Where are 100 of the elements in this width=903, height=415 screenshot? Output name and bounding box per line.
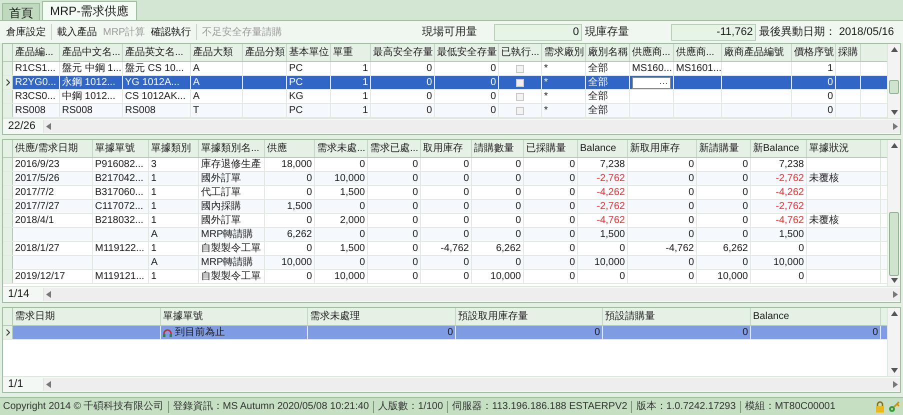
- column-header[interactable]: 產品中文名...: [60, 44, 123, 61]
- column-header[interactable]: 請購數量: [472, 140, 524, 157]
- column-header[interactable]: 產品英文名...: [123, 44, 191, 61]
- horizontal-scrollbar[interactable]: [43, 120, 900, 133]
- scrollbar-thumb[interactable]: [889, 212, 899, 276]
- tab[interactable]: 首頁: [2, 3, 40, 20]
- table-cell-text: -4,262: [776, 186, 804, 200]
- row-header[interactable]: [3, 76, 13, 89]
- table-cell-text: 0: [688, 228, 694, 242]
- column-header[interactable]: 已採購量: [524, 140, 578, 157]
- table-row[interactable]: 2019/12/17 M119121... 1 自製製令工單 0 10,000 0 0 10,000 0 0 0 10,000 0: [3, 270, 887, 284]
- column-header[interactable]: 需求未處理: [308, 308, 456, 325]
- table-cell-text: B317060...: [95, 186, 144, 200]
- column-header[interactable]: 產品分類: [243, 44, 287, 61]
- column-header[interactable]: 最低安全存量: [435, 44, 499, 61]
- table-cell-text: 2,000: [340, 214, 365, 228]
- table-row[interactable]: A MRP轉請購 10,000 0 0 0 0 0 10,000 0 0 10,000: [3, 256, 887, 270]
- column-header[interactable]: 新Balance: [751, 140, 807, 157]
- table-row[interactable]: 2017/7/2 B317060... 1 代工訂單 0 1,500 0 0 0 0 -4,262 0 0 -4,262: [3, 186, 887, 200]
- table-cell-text: 0: [742, 214, 748, 228]
- horizontal-scrollbar[interactable]: [43, 288, 900, 301]
- scroll-right-icon[interactable]: [893, 381, 898, 388]
- column-header[interactable]: 需求廠別: [542, 44, 586, 61]
- column-header[interactable]: 最高安全存量: [371, 44, 435, 61]
- column-header[interactable]: 廠商產品編號: [722, 44, 792, 61]
- column-header[interactable]: 已執行...: [499, 44, 542, 61]
- vertical-scrollbar[interactable]: [887, 308, 900, 376]
- table-cell-text: YG 1012A...: [125, 76, 180, 90]
- column-header[interactable]: 價格序號: [792, 44, 836, 61]
- table-cell-text: 7,238: [778, 158, 804, 172]
- scroll-down-icon[interactable]: [890, 368, 898, 373]
- table-cell-text: A: [151, 256, 158, 270]
- column-header[interactable]: 採購: [836, 44, 861, 61]
- column-header[interactable]: 需求日期: [13, 308, 161, 325]
- column-header[interactable]: 需求未處...: [315, 140, 368, 157]
- table-row[interactable]: 到目前為止 0 0 0 0: [3, 326, 887, 340]
- cell-editor[interactable]: ···: [632, 76, 671, 88]
- checkbox[interactable]: [516, 64, 524, 72]
- scroll-left-icon[interactable]: [46, 123, 51, 130]
- vertical-scrollbar[interactable]: [887, 140, 900, 286]
- column-header[interactable]: 新取用庫存: [628, 140, 697, 157]
- column-header[interactable]: 單據單號: [161, 308, 308, 325]
- column-header[interactable]: 新請購量: [697, 140, 751, 157]
- tab[interactable]: MRP-需求供應: [42, 1, 137, 20]
- column-header[interactable]: 單據類別名...: [199, 140, 265, 157]
- scroll-up-icon[interactable]: [890, 47, 898, 52]
- column-header[interactable]: 取用庫存: [421, 140, 472, 157]
- checkbox[interactable]: [516, 78, 524, 86]
- scroll-left-icon[interactable]: [46, 291, 51, 298]
- column-header[interactable]: 預設請購量: [603, 308, 751, 325]
- table-row[interactable]: 2017/5/26 B217042... 1 國外訂單 0 10,000 0 0 0 0 -2,762 0 0 -2,762 未覆核: [3, 172, 887, 186]
- scroll-up-icon[interactable]: [890, 143, 898, 148]
- scroll-up-icon[interactable]: [890, 311, 898, 316]
- scroll-down-icon[interactable]: [890, 278, 898, 283]
- table-cell-text: 1: [362, 90, 368, 104]
- column-header[interactable]: 供應: [265, 140, 315, 157]
- vertical-scrollbar[interactable]: [887, 44, 900, 118]
- table-cell-text: 2017/5/26: [15, 172, 60, 186]
- table-row[interactable]: A MRP轉請購 6,262 0 0 0 0 0 1,500 0 0 1,500: [3, 228, 887, 242]
- column-header[interactable]: Balance: [578, 140, 628, 157]
- checkbox[interactable]: [516, 106, 524, 114]
- table-cell-text: 10,000: [594, 256, 625, 270]
- table-cell-text: 6,262: [722, 242, 748, 256]
- table-row[interactable]: 2016/9/23 P916082... 3 庫存退修生產 18,000 0 0 0 0 0 7,238 0 0 7,238: [3, 158, 887, 172]
- toolbar-button[interactable]: 倉庫設定: [3, 24, 49, 40]
- row-header[interactable]: [3, 326, 13, 339]
- column-header[interactable]: Balance: [751, 308, 881, 325]
- checkbox[interactable]: [516, 92, 524, 100]
- table-row[interactable]: 2018/1/27 M119122... 1 自製製令工單 0 1,500 0 -4,762 6,262 0 0 -4,762 6,262 0: [3, 242, 887, 256]
- column-header[interactable]: 供應/需求日期: [13, 140, 93, 157]
- scrollbar-thumb[interactable]: [889, 80, 899, 94]
- scroll-right-icon[interactable]: [893, 123, 898, 130]
- column-header[interactable]: 預設取用庫存量: [456, 308, 603, 325]
- table-row[interactable]: R3CS0... 中鋼 1012... CS 1012AK... A KG 1 0 0 * 全部 0: [3, 90, 887, 104]
- table-row[interactable]: R2YG0... 永鋼 1012... YG 1012A... A PC 1 0 0 * 全部 ··· 0: [3, 76, 887, 90]
- column-header[interactable]: 產品大類: [191, 44, 243, 61]
- column-header[interactable]: 單據狀況: [807, 140, 881, 157]
- toolbar-button[interactable]: 載入產品: [54, 24, 100, 40]
- horizontal-scrollbar[interactable]: [43, 378, 900, 391]
- scroll-down-icon[interactable]: [890, 110, 898, 115]
- table-row[interactable]: 2018/4/1 B218032... 1 國外訂單 0 2,000 0 0 0 0 -4,762 0 0 -4,762 未覆核: [3, 214, 887, 228]
- column-header[interactable]: 單據類別: [149, 140, 199, 157]
- table-cell-text: MRP轉請購: [201, 256, 254, 270]
- value-field: 0: [494, 24, 582, 40]
- page-counter: 22/26: [7, 119, 37, 134]
- column-header[interactable]: 需求已處...: [368, 140, 421, 157]
- column-header[interactable]: 供應商...: [674, 44, 722, 61]
- table-row[interactable]: 2017/7/27 C117072... 1 國內採購 1,500 0 0 0 0 0 -2,762 0 0 -2,762: [3, 200, 887, 214]
- scroll-right-icon[interactable]: [893, 291, 898, 298]
- column-header[interactable]: 單重: [331, 44, 371, 61]
- table-row[interactable]: RS008 RS008 RS008 T PC 1 0 0 * 全部 0: [3, 104, 887, 118]
- scroll-left-icon[interactable]: [46, 381, 51, 388]
- column-header[interactable]: 單據單號: [93, 140, 149, 157]
- table-cell-text: 國外訂單: [201, 214, 241, 228]
- table-row[interactable]: R1CS1... 盤元 中鋼 1... 盤元 CS 10... A PC 1 0 0 * 全部 MS160... MS1601... 1: [3, 62, 887, 76]
- column-header[interactable]: 供應商...: [630, 44, 674, 61]
- column-header[interactable]: 廠別名稱: [586, 44, 630, 61]
- toolbar-button[interactable]: 確認執行: [148, 24, 194, 40]
- column-header[interactable]: 產品編...: [13, 44, 60, 61]
- column-header[interactable]: 基本單位: [287, 44, 331, 61]
